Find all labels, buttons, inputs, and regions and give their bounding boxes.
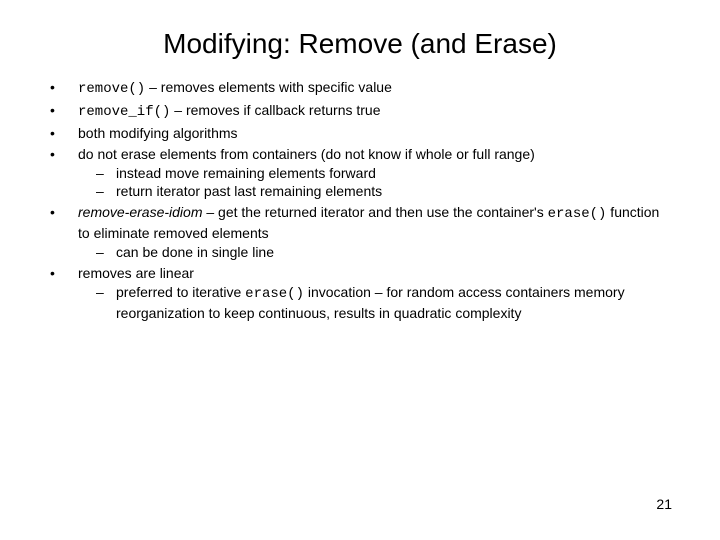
bullet-item: remove-erase-idiom – get the returned it… <box>48 203 672 262</box>
sub-list: can be done in single line <box>78 243 672 262</box>
sub-item: can be done in single line <box>94 243 672 262</box>
bullet-item: remove_if() – removes if callback return… <box>48 101 672 122</box>
sub-item: return iterator past last remaining elem… <box>94 182 672 201</box>
bullet-item: remove() – removes elements with specifi… <box>48 78 672 99</box>
body-text: – removes elements with specific value <box>145 79 392 95</box>
sub-list: instead move remaining elements forward … <box>78 164 672 202</box>
code-text: remove() <box>78 81 145 97</box>
sub-item: instead move remaining elements forward <box>94 164 672 183</box>
slide-title: Modifying: Remove (and Erase) <box>48 28 672 60</box>
body-text: return iterator past last remaining elem… <box>116 183 382 199</box>
body-text: instead move remaining elements forward <box>116 165 376 181</box>
page-number: 21 <box>656 496 672 512</box>
code-text: erase() <box>245 286 304 302</box>
body-text: do not erase elements from containers (d… <box>78 146 535 162</box>
body-text: preferred to iterative <box>116 284 245 300</box>
bullet-item: removes are linear preferred to iterativ… <box>48 264 672 323</box>
sub-item: preferred to iterative erase() invocatio… <box>94 283 672 323</box>
code-text: remove_if() <box>78 104 170 120</box>
bullet-item: both modifying algorithms <box>48 124 672 143</box>
bullet-item: do not erase elements from containers (d… <box>48 145 672 202</box>
slide: Modifying: Remove (and Erase) remove() –… <box>0 0 720 540</box>
body-text: – get the returned iterator and then use… <box>202 204 547 220</box>
body-text: can be done in single line <box>116 244 274 260</box>
bullet-list: remove() – removes elements with specifi… <box>48 78 672 323</box>
code-text: erase() <box>548 206 607 222</box>
body-text: removes are linear <box>78 265 194 281</box>
body-text: both modifying algorithms <box>78 125 238 141</box>
body-text: – removes if callback returns true <box>170 102 380 118</box>
italic-text: remove-erase-idiom <box>78 204 202 220</box>
sub-list: preferred to iterative erase() invocatio… <box>78 283 672 323</box>
